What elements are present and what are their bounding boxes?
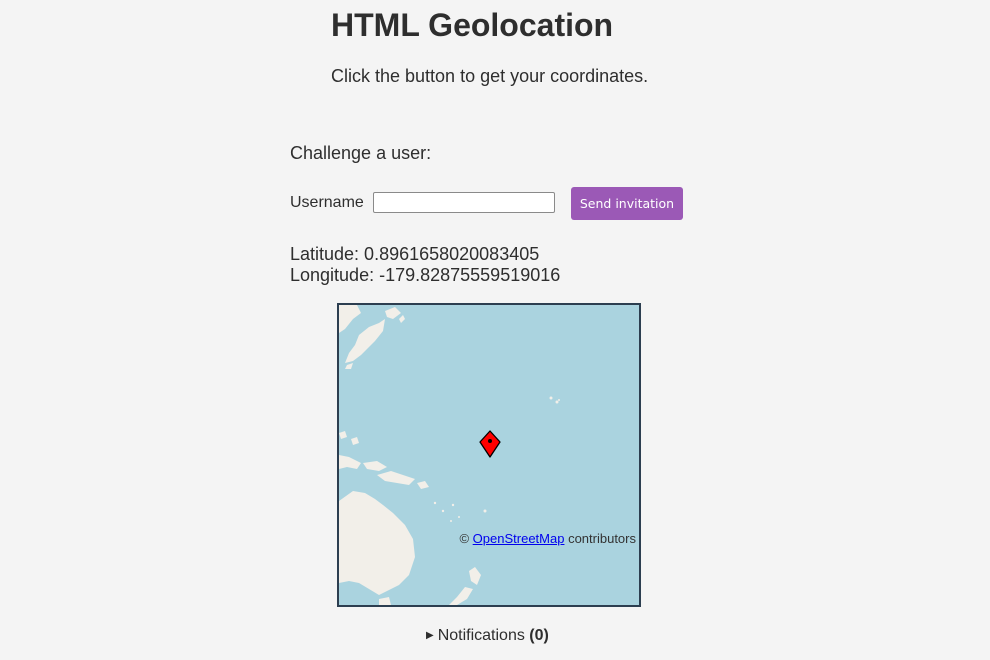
disclosure-triangle-icon: ▶ [426, 630, 434, 641]
map-attribution: © OpenStreetMap contributors [459, 531, 636, 546]
land-new-zealand [469, 567, 481, 585]
land-japan [339, 305, 361, 333]
notifications-toggle[interactable]: ▶ Notifications (0) [426, 627, 549, 645]
send-invitation-button[interactable]: Send invitation [571, 187, 683, 220]
page-title: HTML Geolocation [331, 7, 614, 43]
location-marker-icon[interactable] [478, 430, 502, 458]
land-japan-islands [345, 319, 385, 363]
latitude-text: Latitude: 0.8961658020083405 [290, 244, 540, 264]
username-input[interactable] [373, 192, 555, 213]
attribution-suffix: contributors [564, 531, 636, 546]
page: HTML Geolocation Click the button to get… [0, 0, 990, 660]
attribution-prefix: © [459, 531, 473, 546]
username-label: Username [290, 194, 364, 211]
notifications-label: Notifications [437, 627, 530, 644]
land-indonesia [339, 455, 361, 469]
page-subtitle: Click the button to get your coordinates… [331, 66, 649, 86]
land-australia [339, 491, 415, 595]
notifications-count: (0) [529, 627, 549, 644]
openstreetmap-link[interactable]: OpenStreetMap [473, 531, 565, 546]
longitude-text: Longitude: -179.82875559519016 [290, 265, 561, 285]
challenge-heading: Challenge a user: [290, 143, 432, 163]
map-view[interactable]: © OpenStreetMap contributors [337, 303, 641, 607]
coordinates: Latitude: 0.8961658020083405 Longitude: … [290, 244, 560, 286]
